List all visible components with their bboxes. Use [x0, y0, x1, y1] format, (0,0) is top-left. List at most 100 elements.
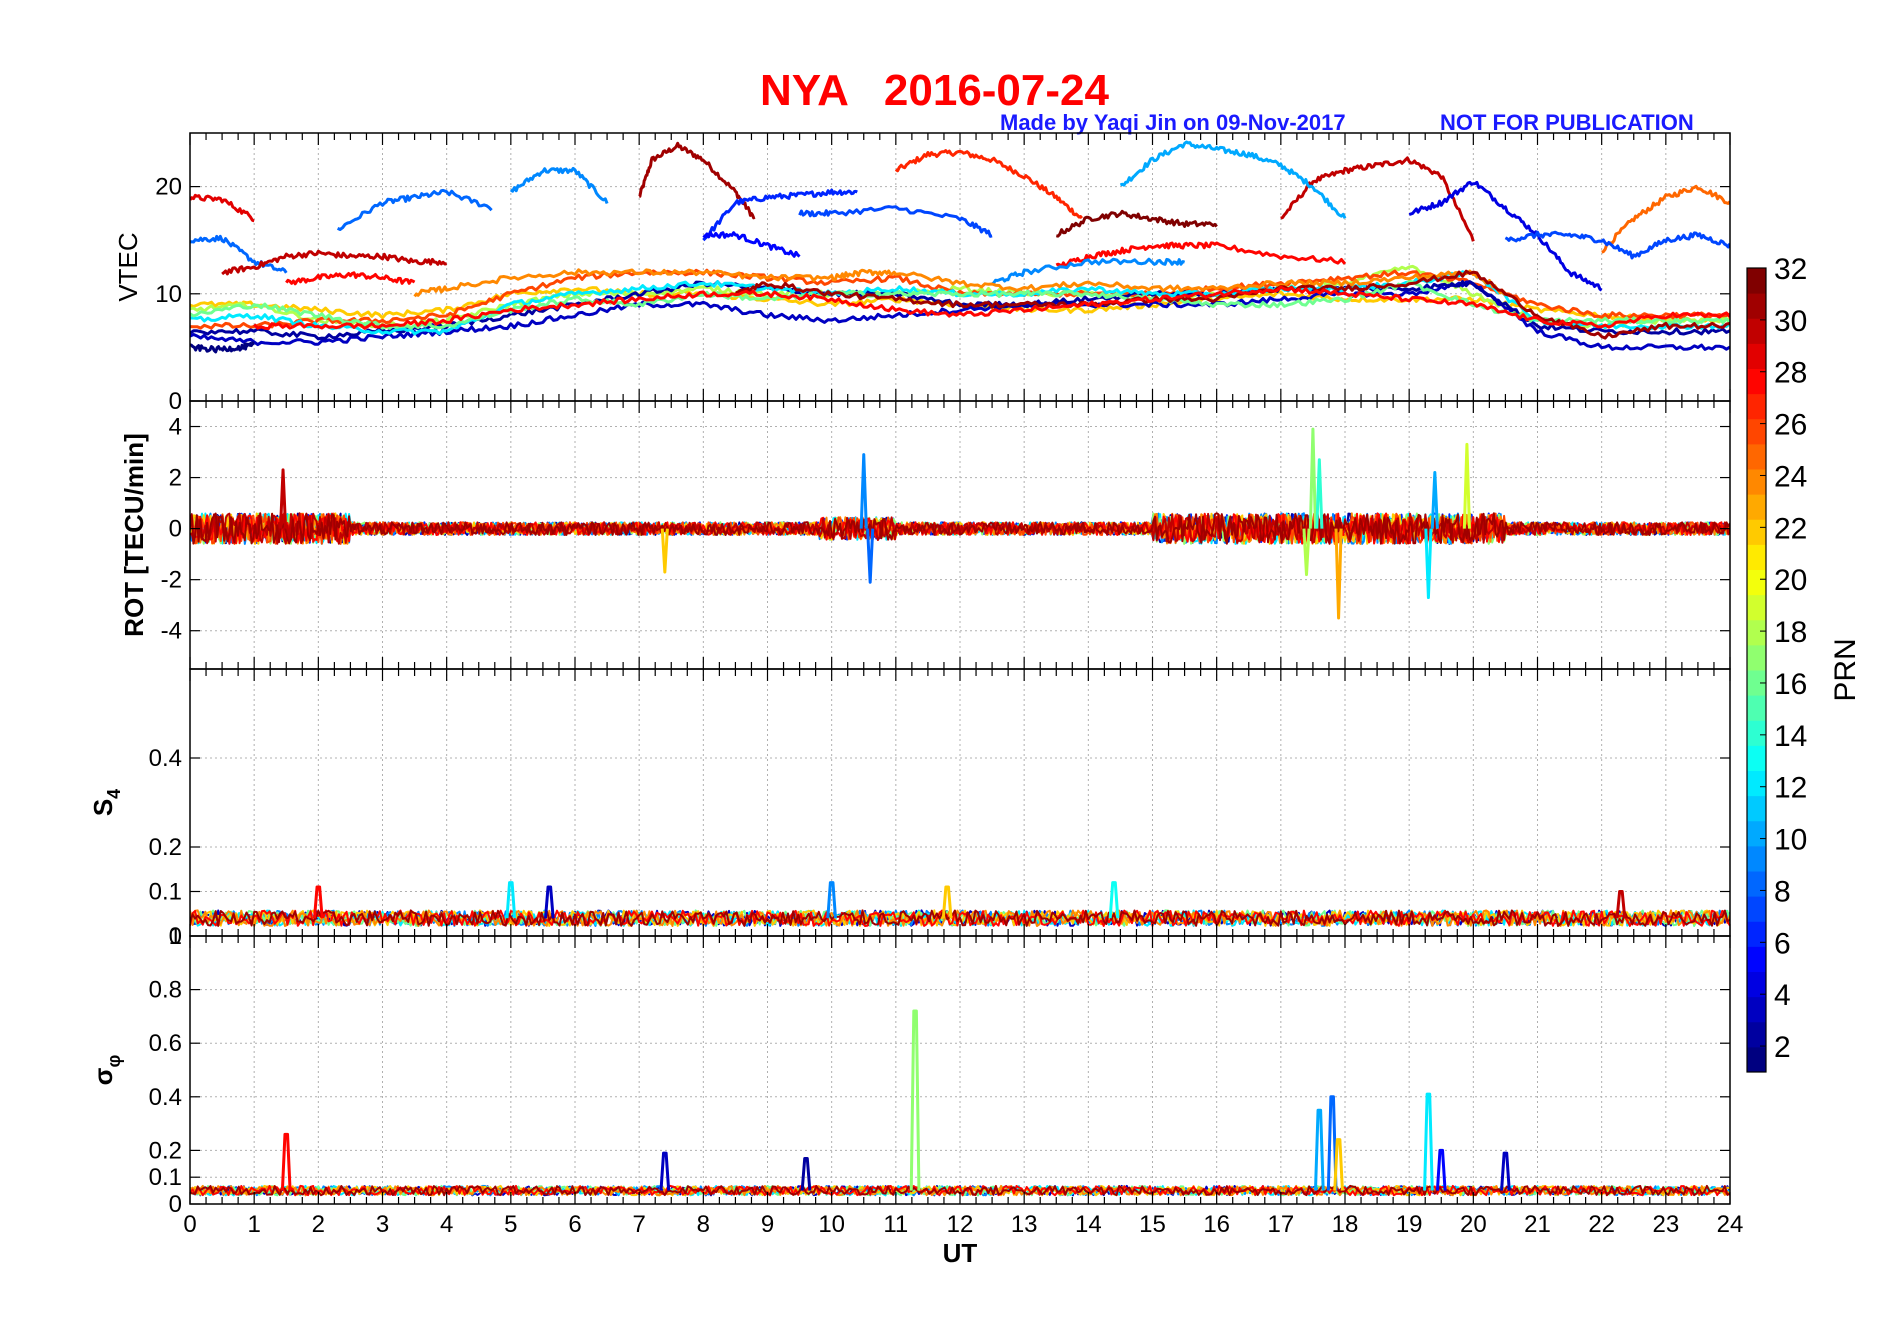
- x-tick-label: 13: [1011, 1211, 1038, 1238]
- colorbar-tick-label: 14: [1774, 720, 1807, 753]
- sigma_phi-peak-prn-22: [1333, 1138, 1344, 1191]
- x-tick-label: 2: [312, 1211, 325, 1238]
- panel-vtec: 0 10 20 VTEC: [113, 132, 1731, 415]
- colorbar-swatch: [1747, 343, 1766, 369]
- colorbar-tick-label: 16: [1774, 668, 1807, 701]
- x-tick-label: 23: [1652, 1211, 1679, 1238]
- x-tick-label: 12: [947, 1211, 974, 1238]
- colorbar-swatch: [1747, 469, 1766, 495]
- colorbar-swatch: [1747, 318, 1766, 344]
- grid-s4: [190, 669, 1730, 936]
- y-axis-label: σφ: [88, 1055, 124, 1086]
- x-tick-label: 15: [1139, 1211, 1166, 1238]
- colorbar-swatch: [1747, 770, 1766, 797]
- colorbar-swatch: [1747, 971, 1766, 998]
- colorbar-swatch: [1747, 1021, 1766, 1048]
- colorbar-swatch: [1747, 268, 1766, 294]
- colorbar-tick-label: 10: [1774, 824, 1807, 857]
- colorbar-swatch: [1747, 820, 1766, 847]
- y-tick-label: 20: [155, 174, 182, 201]
- y-tick-label: 0.1: [149, 1164, 182, 1191]
- colorbar-tick-label: 12: [1774, 772, 1807, 805]
- colorbar-swatch: [1747, 443, 1766, 470]
- y-tick-label: -2: [161, 567, 182, 594]
- panel-s4: 00.10.20.41S4: [88, 668, 1731, 950]
- series-prn-5: [702, 231, 801, 258]
- colorbar-tick-label: 28: [1774, 357, 1807, 390]
- colorbar-tick-label: 30: [1774, 305, 1807, 338]
- sigma_phi-peak-prn-28: [280, 1132, 292, 1191]
- colorbar-swatch: [1747, 946, 1766, 972]
- y-tick-label: 0.4: [149, 1084, 182, 1111]
- x-tick-label: 18: [1332, 1211, 1359, 1238]
- colorbar-swatch: [1747, 745, 1766, 771]
- y-tick-label: 0.4: [149, 745, 182, 772]
- colorbar-tick-label: 32: [1774, 253, 1807, 286]
- series-prn-8: [190, 234, 288, 274]
- colorbar-swatch: [1747, 1046, 1766, 1073]
- series-prn-6: [702, 188, 858, 242]
- colorbar-swatch: [1747, 695, 1766, 721]
- series-prn-9: [991, 257, 1186, 286]
- x-tick-label: 4: [440, 1211, 453, 1238]
- rot-spike-prn-22: [660, 528, 669, 574]
- panel-rot: -4 -2 0 2 4 ROT [TECU/min]: [119, 400, 1731, 670]
- sigma_phi-peak-prn-2: [800, 1156, 812, 1191]
- colorbar-swatch: [1747, 996, 1766, 1023]
- series-prn-31: [638, 141, 756, 220]
- sigma_phi-peak-prn-10: [1313, 1108, 1325, 1191]
- colorbar-tick-label: 20: [1774, 564, 1807, 597]
- x-axis-labels: 0 1 2 3 4 5 6 7 8 9 10 11 12 13 14 15 16 17 18 19 20 21 22 23 24…: [183, 1211, 1743, 1268]
- colorbar-tick-label: 6: [1774, 927, 1791, 960]
- x-tick-label: 9: [761, 1211, 774, 1238]
- x-tick-label: 6: [568, 1211, 581, 1238]
- series-prn-1: [190, 341, 255, 354]
- x-tick-label: 21: [1524, 1211, 1551, 1238]
- y-tick-label: -4: [161, 618, 182, 645]
- y-axis-label: VTEC: [113, 232, 143, 301]
- x-tick-label: 14: [1075, 1211, 1102, 1238]
- sigma_phi-peak-prn-3: [659, 1151, 671, 1191]
- x-tick-label: 1: [247, 1211, 260, 1238]
- y-tick-label: 0.8: [149, 977, 182, 1004]
- colorbar-swatch: [1747, 921, 1766, 947]
- colorbar-swatch: [1747, 519, 1766, 545]
- y-tick-label: 0.2: [149, 1137, 182, 1164]
- y-tick-label: 0.1: [149, 879, 182, 906]
- colorbar-swatch: [1747, 368, 1766, 395]
- y-tick-label: 1: [169, 923, 182, 950]
- colorbar-swatch: [1747, 619, 1766, 646]
- x-tick-label: 10: [818, 1211, 845, 1238]
- series-prn-27: [894, 149, 1084, 220]
- colorbar-tick-label: 18: [1774, 616, 1807, 649]
- x-tick-label: 16: [1203, 1211, 1230, 1238]
- colorbar-swatch: [1747, 418, 1766, 445]
- x-tick-label: 22: [1588, 1211, 1615, 1238]
- x-tick-label: 19: [1396, 1211, 1423, 1238]
- colorbar-swatch: [1747, 644, 1766, 671]
- panel-sigma_phi: 00.10.2 0.4 0.6 0.8 σφ: [88, 935, 1731, 1218]
- y-tick-label: 4: [169, 414, 182, 441]
- colorbar-swatch: [1747, 594, 1766, 621]
- x-axis-label: UT: [943, 1238, 978, 1268]
- colorbar-swatch: [1747, 544, 1766, 570]
- series-prn-7: [798, 205, 993, 238]
- colorbar-tick-label: 4: [1774, 979, 1791, 1012]
- grid-sigma_phi: [190, 936, 1730, 1204]
- colorbar-tick-label: 24: [1774, 460, 1807, 493]
- y-tick-label: 10: [155, 281, 182, 308]
- x-tick-label: 7: [632, 1211, 645, 1238]
- x-tick-label: 3: [376, 1211, 389, 1238]
- y-axis-label: S4: [88, 789, 124, 816]
- x-tick-label: 8: [697, 1211, 710, 1238]
- series-prn-9: [509, 166, 609, 205]
- sigma_phi-peak-prn-3: [1500, 1151, 1511, 1191]
- colorbar-swatch: [1747, 569, 1766, 596]
- colorbar-label: PRN: [1829, 638, 1862, 701]
- y-tick-label: 0: [169, 388, 182, 415]
- colorbar-tick-label: 26: [1774, 409, 1807, 442]
- colorbar-swatch: [1747, 720, 1766, 746]
- x-tick-label: 5: [504, 1211, 517, 1238]
- series-prn-28: [285, 271, 416, 286]
- x-tick-label: 0: [183, 1211, 196, 1238]
